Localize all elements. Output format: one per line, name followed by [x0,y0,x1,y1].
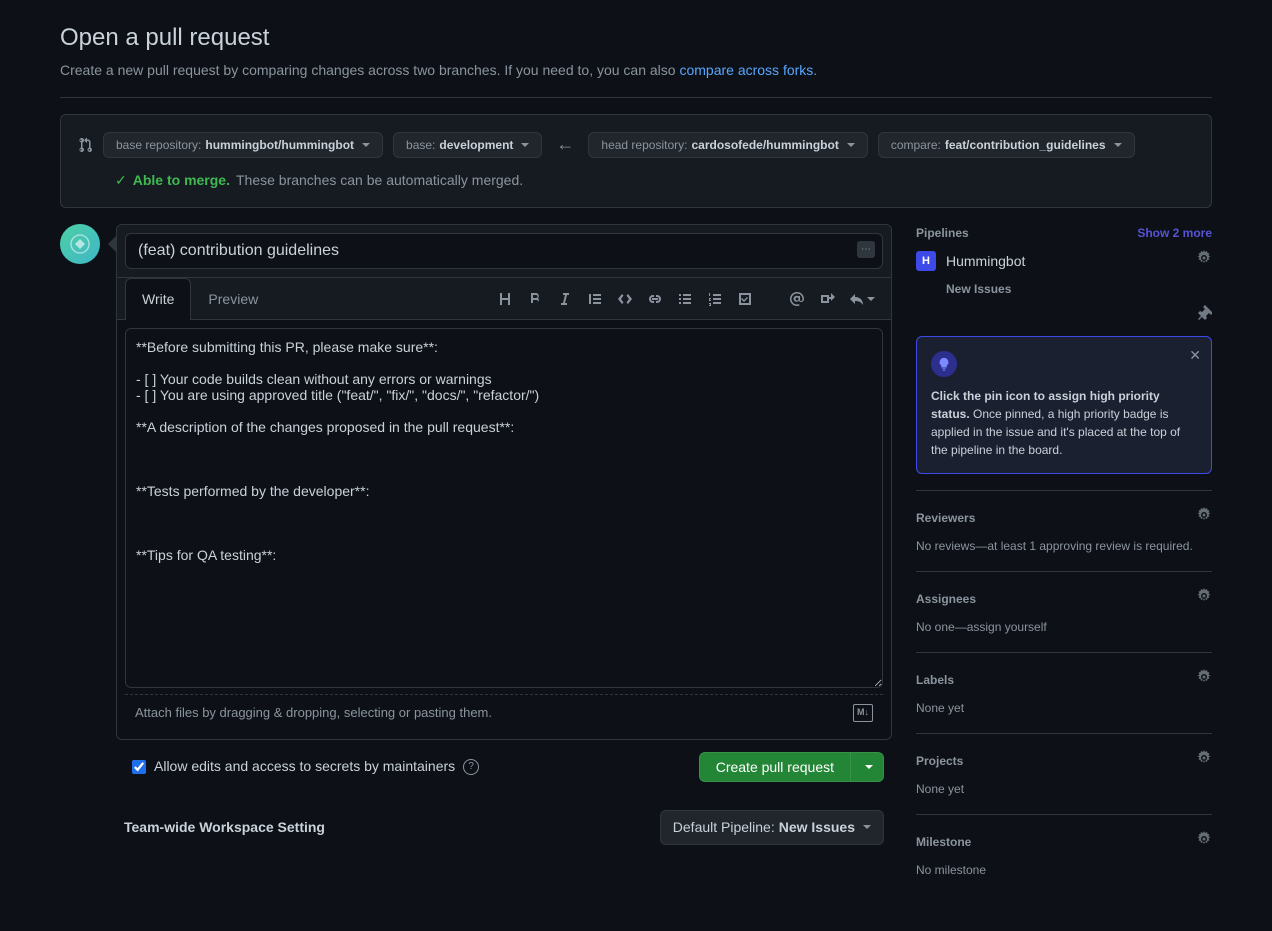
page-title: Open a pull request [60,20,1212,56]
caret-down-icon [521,143,529,147]
labels-body: None yet [916,699,1212,717]
sidebar-milestone-title: Milestone [916,833,971,851]
gear-icon[interactable] [1196,750,1212,772]
code-icon[interactable] [617,291,633,307]
arrow-left-icon: ← [552,131,578,158]
show-more-link[interactable]: Show 2 more [1137,224,1212,242]
check-icon: ✓ [115,170,127,191]
sidebar-reviewers-title: Reviewers [916,509,975,527]
caret-down-icon [863,825,871,829]
default-pipeline-select[interactable]: Default Pipeline: New Issues [660,810,884,845]
avatar [60,224,100,264]
sidebar-assignees-title: Assignees [916,590,976,608]
base-branch-value: development [439,138,513,152]
gear-icon[interactable] [1196,507,1212,529]
tab-write[interactable]: Write [125,278,191,320]
gear-icon[interactable] [1196,669,1212,691]
title-badge-icon: ⋯ [857,241,875,258]
assignees-body[interactable]: No one—assign yourself [916,618,1212,636]
avatar-icon [70,234,90,254]
base-repo-value: hummingbot/hummingbot [205,138,354,152]
pipeline-name: Hummingbot [946,251,1025,272]
pr-form: ⋯ Write Preview [116,224,892,740]
page-subtitle: Create a new pull request by comparing c… [60,60,1212,98]
link-icon[interactable] [647,291,663,307]
base-branch-selector[interactable]: base: development [393,132,542,158]
pipeline-item[interactable]: H Hummingbot [916,251,1025,272]
head-repo-selector[interactable]: head repository: cardosofede/hummingbot [588,132,867,158]
base-repo-label: base repository: [116,138,201,152]
compare-branch-label: compare: [891,138,941,152]
quote-icon[interactable] [587,291,603,307]
subtitle-text: Create a new pull request by comparing c… [60,62,679,78]
merge-able-text: Able to merge. [133,170,230,191]
gear-icon[interactable] [1196,588,1212,610]
tab-preview[interactable]: Preview [191,278,275,320]
create-pr-dropdown[interactable] [851,752,884,782]
italic-icon[interactable] [557,291,573,307]
gear-icon[interactable] [1196,831,1212,853]
list-ordered-icon[interactable] [707,291,723,307]
merge-detail-text: These branches can be automatically merg… [236,170,523,191]
heading-icon[interactable] [497,291,513,307]
create-pr-button[interactable]: Create pull request [699,752,851,782]
markdown-toolbar [497,291,883,307]
base-repo-selector[interactable]: base repository: hummingbot/hummingbot [103,132,383,158]
git-compare-icon [77,137,93,153]
base-branch-label: base: [406,138,435,152]
tip-box: ✕ Click the pin icon to assign high prio… [916,336,1212,474]
list-unordered-icon[interactable] [677,291,693,307]
compare-box: base repository: hummingbot/hummingbot b… [60,114,1212,208]
allow-edits-label: Allow edits and access to secrets by mai… [154,756,455,777]
allow-edits-checkbox-wrap[interactable]: Allow edits and access to secrets by mai… [124,756,479,777]
projects-body: None yet [916,780,1212,798]
lightbulb-icon [931,351,957,377]
allow-edits-checkbox[interactable] [132,760,146,774]
sidebar-projects-title: Projects [916,752,963,770]
reviewers-body: No reviews—at least 1 approving review i… [916,537,1212,555]
compare-forks-link[interactable]: compare across forks [679,62,813,78]
gear-icon[interactable] [1196,250,1212,272]
attach-hint[interactable]: Attach files by dragging & dropping, sel… [135,703,492,723]
tasklist-icon[interactable] [737,291,753,307]
pr-body-textarea[interactable] [125,328,883,688]
markdown-icon[interactable]: M↓ [853,704,873,722]
bold-icon[interactable] [527,291,543,307]
reply-icon[interactable] [849,291,875,307]
compare-branch-selector[interactable]: compare: feat/contribution_guidelines [878,132,1135,158]
compare-branch-value: feat/contribution_guidelines [945,138,1106,152]
merge-status: ✓ Able to merge. These branches can be a… [115,170,1195,191]
pr-title-input[interactable] [125,233,883,269]
subtitle-suffix: . [813,62,817,78]
head-repo-value: cardosofede/hummingbot [691,138,838,152]
sidebar-pipelines-title: Pipelines [916,224,969,242]
head-repo-label: head repository: [601,138,687,152]
team-setting-label: Team-wide Workspace Setting [124,817,325,838]
caret-down-icon [362,143,370,147]
close-icon[interactable]: ✕ [1189,345,1201,366]
pin-icon[interactable] [1196,304,1212,326]
cross-reference-icon[interactable] [819,291,835,307]
milestone-body: No milestone [916,861,1212,879]
pipeline-status: New Issues [946,280,1212,298]
sidebar-labels-title: Labels [916,671,954,689]
pipeline-select-label: Default Pipeline: [673,817,775,838]
help-icon[interactable]: ? [463,759,479,775]
pipeline-select-value: New Issues [779,817,855,838]
caret-down-icon [1114,143,1122,147]
caret-down-icon [847,143,855,147]
mention-icon[interactable] [789,291,805,307]
pipeline-badge: H [916,251,936,271]
